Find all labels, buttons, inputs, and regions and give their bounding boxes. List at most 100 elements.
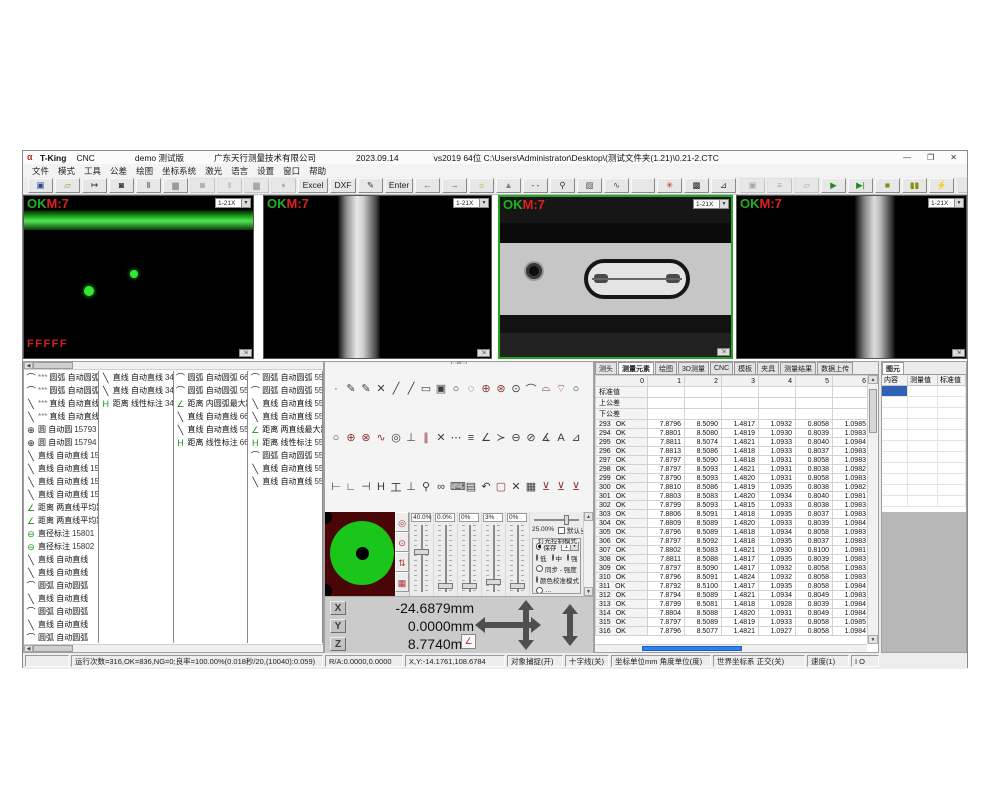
value-cell[interactable]: 7.8794	[648, 591, 685, 600]
list-item[interactable]: ╲直线 自动直线55	[174, 423, 248, 436]
tab-6[interactable]: 夹具	[757, 362, 779, 374]
table-row[interactable]: 297OK7.87978.50901.48181.09310.80581.098…	[596, 456, 868, 465]
value-cell[interactable]: 1.0983	[833, 510, 868, 519]
list-item[interactable]: ╲***直线 自动直线	[24, 397, 98, 410]
value-cell[interactable]: 0.8058	[796, 573, 833, 582]
qr-code-button[interactable]: ▩	[684, 178, 709, 193]
angle-open-tool-icon[interactable]: ≻	[495, 431, 507, 444]
list-item[interactable]: ╲直线 自动直线15	[24, 488, 98, 501]
column-header[interactable]: 2	[685, 376, 722, 387]
scroll-down-icon[interactable]: ▼	[584, 587, 593, 596]
value-cell[interactable]: 0.8040	[796, 492, 833, 501]
row-id-cell[interactable]: 313OK	[596, 600, 648, 609]
row-id-cell[interactable]: 304OK	[596, 519, 648, 528]
empty-cell[interactable]	[648, 398, 685, 409]
value-cell[interactable]: 1.0983	[833, 501, 868, 510]
column-header[interactable]: 4	[759, 376, 796, 387]
axis-z-button[interactable]: Z	[330, 637, 346, 651]
element-content-cell[interactable]	[882, 485, 908, 495]
view-resize-handle[interactable]: ⇲	[477, 349, 490, 357]
element-content-cell[interactable]	[882, 474, 908, 484]
row-id-cell[interactable]: 294OK	[596, 429, 648, 438]
sector-tool-icon[interactable]: ⌔	[555, 382, 567, 396]
value-cell[interactable]: 1.0932	[759, 573, 796, 582]
row-id-cell[interactable]: 316OK	[596, 627, 648, 636]
empty-cell[interactable]	[648, 409, 685, 420]
value-cell[interactable]: 0.8038	[796, 465, 833, 474]
list-item[interactable]: ⌒圆弧 自动圆弧55	[174, 384, 248, 397]
value-cell[interactable]: 1.0935	[759, 483, 796, 492]
row-id-cell[interactable]: 308OK	[596, 555, 648, 564]
value-cell[interactable]: 0.8058	[796, 528, 833, 537]
run-to-end-button[interactable]: ▶|	[848, 178, 873, 193]
slider-thumb[interactable]	[414, 549, 429, 555]
tab-4[interactable]: CNC	[710, 362, 733, 374]
menu-item-2[interactable]: 工具	[84, 165, 101, 177]
corner-tool-icon[interactable]: ∟	[345, 481, 357, 493]
element-measured-cell[interactable]	[908, 496, 938, 506]
element-nominal-cell[interactable]	[938, 441, 966, 451]
angle-base-tool-icon[interactable]: ⊿	[570, 431, 582, 444]
list-item[interactable]: ∠距离 两直线平均距	[24, 501, 98, 514]
value-cell[interactable]: 1.0935	[759, 537, 796, 546]
element-measured-cell[interactable]	[908, 463, 938, 473]
value-cell[interactable]: 1.4821	[722, 591, 759, 600]
row-id-cell[interactable]: 314OK	[596, 609, 648, 618]
slider-thumb[interactable]	[462, 583, 477, 589]
table-row[interactable]: 314OK7.88048.50881.48201.09310.80491.098…	[596, 609, 868, 618]
row-id-cell[interactable]: 298OK	[596, 465, 648, 474]
view-resize-handle[interactable]: ⇲	[717, 348, 730, 356]
value-cell[interactable]: 1.4818	[722, 537, 759, 546]
column-header[interactable]: 0	[596, 376, 648, 387]
row-id-cell[interactable]: 302OK	[596, 501, 648, 510]
value-cell[interactable]: 1.0985	[833, 420, 868, 429]
element-row[interactable]	[882, 441, 966, 452]
row-id-cell[interactable]: 300OK	[596, 483, 648, 492]
value-cell[interactable]: 8.5083	[685, 546, 722, 555]
chevron-down-icon[interactable]: ▼	[479, 199, 488, 207]
arrow-right-button[interactable]: →	[442, 178, 467, 193]
value-cell[interactable]: 1.0935	[759, 510, 796, 519]
table-row[interactable]: 316OK7.87968.50771.48211.09270.80581.098…	[596, 627, 868, 636]
wave-button[interactable]: ∿	[604, 178, 629, 193]
list-item[interactable]: ⌒圆弧 自动圆弧	[24, 605, 98, 618]
list-item[interactable]: ╲直线 自动直线34	[99, 384, 173, 397]
value-cell[interactable]: 7.8810	[648, 483, 685, 492]
value-cell[interactable]: 1.0983	[833, 474, 868, 483]
row-id-cell[interactable]: 301OK	[596, 492, 648, 501]
circle-tool-icon[interactable]: ○	[450, 383, 462, 395]
chevron-down-icon[interactable]: ▼	[719, 200, 728, 208]
row-id-cell[interactable]: 296OK	[596, 447, 648, 456]
table-row[interactable]: 313OK7.87998.50811.48181.09280.80391.098…	[596, 600, 868, 609]
list-item[interactable]: ╲***直线 自动直线	[24, 410, 98, 423]
circle-slash-tool-icon[interactable]: ⊘	[525, 431, 537, 444]
element-nominal-cell[interactable]	[938, 397, 966, 407]
value-cell[interactable]: 8.5086	[685, 483, 722, 492]
view-resize-handle[interactable]: ⇲	[952, 349, 965, 357]
chevron-down-icon[interactable]: ▼	[954, 199, 963, 207]
value-cell[interactable]: 8.5090	[685, 456, 722, 465]
list-item[interactable]: ⌒圆弧 自动圆弧55	[248, 371, 322, 384]
undo-tool-icon[interactable]: ↶	[480, 480, 492, 493]
value-cell[interactable]: 1.4818	[722, 447, 759, 456]
element-content-cell[interactable]	[882, 452, 908, 462]
table-row[interactable]: 298OK7.87978.50931.48211.09310.80381.098…	[596, 465, 868, 474]
table-row[interactable]: 302OK7.87998.50931.48151.09330.80381.098…	[596, 501, 868, 510]
row-id-cell[interactable]: 295OK	[596, 438, 648, 447]
table-row[interactable]: 311OK7.87928.51001.48171.09350.80581.098…	[596, 582, 868, 591]
table-vscrollbar[interactable]: ▲ ▼	[867, 375, 878, 644]
value-cell[interactable]: 7.8790	[648, 474, 685, 483]
list-item[interactable]: ╲直线 自动直线55	[248, 397, 322, 410]
element-measured-cell[interactable]	[908, 408, 938, 418]
empty-cell[interactable]	[759, 409, 796, 420]
value-cell[interactable]: 1.4824	[722, 573, 759, 582]
list-item[interactable]: ╲直线 自动直线	[24, 566, 98, 579]
value-cell[interactable]: 8.5090	[685, 564, 722, 573]
scroll-up-icon[interactable]: ▲	[868, 375, 878, 384]
value-cell[interactable]: 1.4817	[722, 564, 759, 573]
value-cell[interactable]: 0.8058	[796, 474, 833, 483]
element-row[interactable]	[882, 496, 966, 507]
row-id-cell[interactable]: 297OK	[596, 456, 648, 465]
value-cell[interactable]: 1.0984	[833, 600, 868, 609]
value-cell[interactable]: 0.8058	[796, 456, 833, 465]
